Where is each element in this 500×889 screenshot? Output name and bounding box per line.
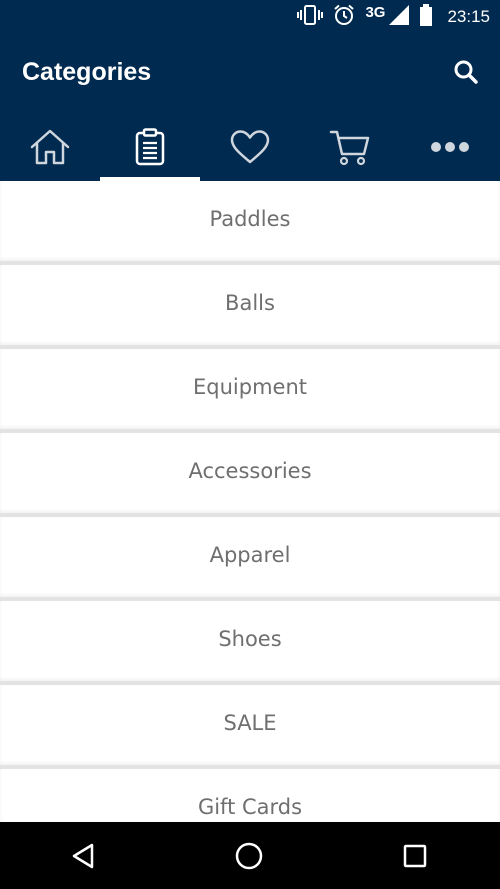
tab-home[interactable] — [0, 112, 100, 181]
cart-icon — [329, 130, 370, 165]
recents-button[interactable] — [332, 822, 498, 889]
alarm-icon — [333, 4, 355, 31]
home-icon — [30, 129, 70, 164]
category-item-shoes[interactable]: Shoes — [0, 601, 500, 685]
tab-categories[interactable] — [100, 112, 200, 181]
tab-bar — [0, 112, 500, 181]
status-bar: 3G 23:15 — [0, 0, 500, 34]
category-item-paddles[interactable]: Paddles — [0, 181, 500, 265]
home-button[interactable] — [166, 822, 332, 889]
category-item-accessories[interactable]: Accessories — [0, 433, 500, 517]
category-label: SALE — [223, 711, 277, 735]
battery-icon — [419, 3, 433, 31]
heart-icon — [230, 129, 270, 163]
category-item-sale[interactable]: SALE — [0, 685, 500, 769]
tab-favorites[interactable] — [200, 112, 300, 181]
back-icon — [72, 843, 94, 868]
search-button[interactable] — [450, 56, 482, 88]
category-label: Accessories — [188, 459, 312, 483]
recents-icon — [403, 844, 427, 867]
app-bar: Categories — [0, 34, 500, 181]
clock: 23:15 — [447, 7, 490, 26]
home-circle-icon — [235, 842, 263, 869]
screen: 3G 23:15 Categories Paddles Balls Equipm… — [0, 0, 500, 889]
category-label: Paddles — [209, 207, 291, 231]
category-item-balls[interactable]: Balls — [0, 265, 500, 349]
category-list: Paddles Balls Equipment Accessories Appa… — [0, 181, 500, 822]
more-icon — [431, 141, 469, 152]
back-button[interactable] — [0, 822, 166, 889]
status-icons: 3G 23:15 — [287, 0, 490, 34]
category-item-gift-cards[interactable]: Gift Cards — [0, 769, 500, 822]
category-label: Equipment — [193, 375, 307, 399]
category-label: Shoes — [218, 627, 282, 651]
signal-icon — [389, 4, 410, 30]
category-item-apparel[interactable]: Apparel — [0, 517, 500, 601]
category-label: Gift Cards — [197, 795, 303, 819]
system-nav-bar — [0, 822, 500, 889]
tab-cart[interactable] — [300, 112, 400, 181]
network-type: 3G — [365, 3, 386, 21]
category-item-equipment[interactable]: Equipment — [0, 349, 500, 433]
category-label: Balls — [225, 291, 275, 315]
clipboard-icon — [135, 127, 165, 165]
tab-more[interactable] — [400, 112, 500, 181]
category-label: Apparel — [209, 543, 291, 567]
search-icon — [454, 60, 478, 84]
page-title: Categories — [22, 58, 152, 86]
vibrate-icon — [297, 4, 324, 30]
